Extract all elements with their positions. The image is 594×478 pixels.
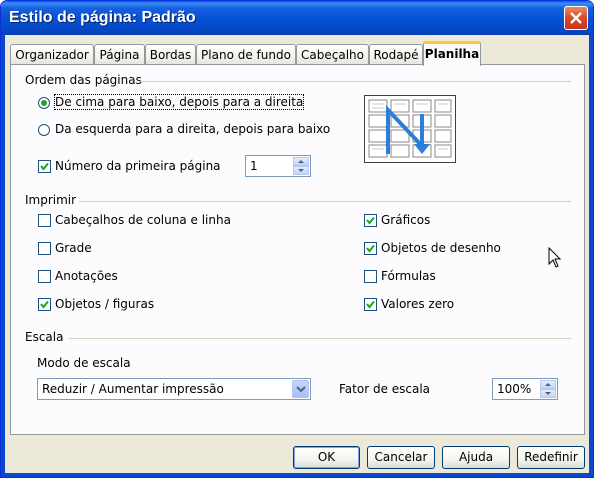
page-order-preview-icon: [368, 99, 452, 158]
help-button[interactable]: Ajuda: [442, 446, 510, 469]
tab-panel-planilha: Ordem das páginas De cima para baixo, de…: [10, 64, 585, 435]
scale-factor-label: Fator de escala: [339, 382, 431, 396]
close-icon: [570, 12, 582, 24]
scale-mode-select[interactable]: Reduzir / Aumentar impressão: [37, 378, 311, 400]
checkbox-charts[interactable]: [364, 214, 377, 227]
checkbox-formulas[interactable]: [364, 270, 377, 283]
formulas-label[interactable]: Fórmulas: [381, 269, 436, 283]
scale-mode-label: Modo de escala: [37, 356, 131, 370]
checkbox-grid[interactable]: [38, 242, 51, 255]
page-style-dialog: Estilo de página: Padrão Organizador Pág…: [0, 0, 594, 478]
spinner-down-icon[interactable]: [540, 389, 556, 398]
check-icon: [366, 300, 375, 309]
print-label: Imprimir: [25, 193, 77, 207]
mouse-pointer-icon: [548, 247, 562, 268]
close-button[interactable]: [564, 6, 588, 30]
first-page-number-value[interactable]: 1: [250, 159, 258, 173]
window-border-left: [1, 35, 5, 477]
check-icon: [40, 162, 49, 171]
spinner-buttons: [293, 157, 309, 175]
page-order-separator: [139, 81, 571, 82]
ok-button[interactable]: OK: [293, 446, 360, 469]
zero-values-label[interactable]: Valores zero: [381, 297, 454, 311]
spinner-up-icon[interactable]: [293, 157, 309, 166]
scale-factor-spinner[interactable]: 100%: [492, 378, 558, 400]
page-order-preview: [364, 95, 456, 163]
title-bar[interactable]: Estilo de página: Padrão: [1, 1, 593, 35]
tab-cabecalho[interactable]: Cabeçalho: [296, 44, 369, 64]
check-icon: [366, 244, 375, 253]
reset-button[interactable]: Redefinir: [517, 446, 585, 469]
chevron-down-icon: [296, 386, 306, 393]
scale-factor-value[interactable]: 100%: [497, 382, 531, 396]
check-icon: [40, 300, 49, 309]
tab-planilha[interactable]: Planilha: [423, 41, 481, 66]
tab-bordas[interactable]: Bordas: [145, 44, 196, 64]
grid-label[interactable]: Grade: [55, 241, 92, 255]
radio-left-to-right-label[interactable]: Da esquerda para a direita, depois para …: [55, 122, 330, 136]
spinner-buttons: [540, 380, 556, 398]
checkbox-objects-figures[interactable]: [38, 298, 51, 311]
dropdown-button[interactable]: [292, 380, 309, 398]
checkbox-annotations[interactable]: [38, 270, 51, 283]
radio-top-to-bottom-label[interactable]: De cima para baixo, depois para a direit…: [53, 94, 305, 110]
window-title: Estilo de página: Padrão: [9, 9, 196, 26]
print-separator: [79, 201, 571, 202]
scale-label: Escala: [25, 330, 64, 344]
window-border-right: [589, 35, 593, 477]
page-order-label: Ordem das páginas: [25, 73, 142, 87]
tab-organizador[interactable]: Organizador: [10, 44, 94, 64]
first-page-number-spinner[interactable]: 1: [245, 155, 311, 177]
objects-figures-label[interactable]: Objetos / figuras: [55, 297, 154, 311]
cancel-button[interactable]: Cancelar: [367, 446, 435, 469]
spinner-down-icon[interactable]: [293, 166, 309, 175]
tab-rodape[interactable]: Rodapé: [369, 44, 423, 64]
annotations-label[interactable]: Anotações: [55, 269, 118, 283]
window-border-bottom: [1, 473, 593, 477]
column-row-headers-label[interactable]: Cabeçalhos de coluna e linha: [55, 213, 231, 227]
check-icon: [366, 216, 375, 225]
checkbox-first-page-number[interactable]: [38, 160, 51, 173]
checkbox-zero-values[interactable]: [364, 298, 377, 311]
first-page-number-label[interactable]: Número da primeira página: [55, 159, 221, 173]
tab-pagina[interactable]: Página: [94, 44, 145, 64]
checkbox-drawing-objects[interactable]: [364, 242, 377, 255]
radio-top-to-bottom[interactable]: [38, 97, 50, 109]
checkbox-column-row-headers[interactable]: [38, 214, 51, 227]
radio-left-to-right[interactable]: [38, 124, 50, 136]
tab-plano-de-fundo[interactable]: Plano de fundo: [196, 44, 296, 64]
spinner-up-icon[interactable]: [540, 380, 556, 389]
scale-separator: [69, 338, 571, 339]
charts-label[interactable]: Gráficos: [381, 213, 430, 227]
drawing-objects-label[interactable]: Objetos de desenho: [381, 241, 501, 255]
scale-mode-value: Reduzir / Aumentar impressão: [42, 382, 224, 396]
